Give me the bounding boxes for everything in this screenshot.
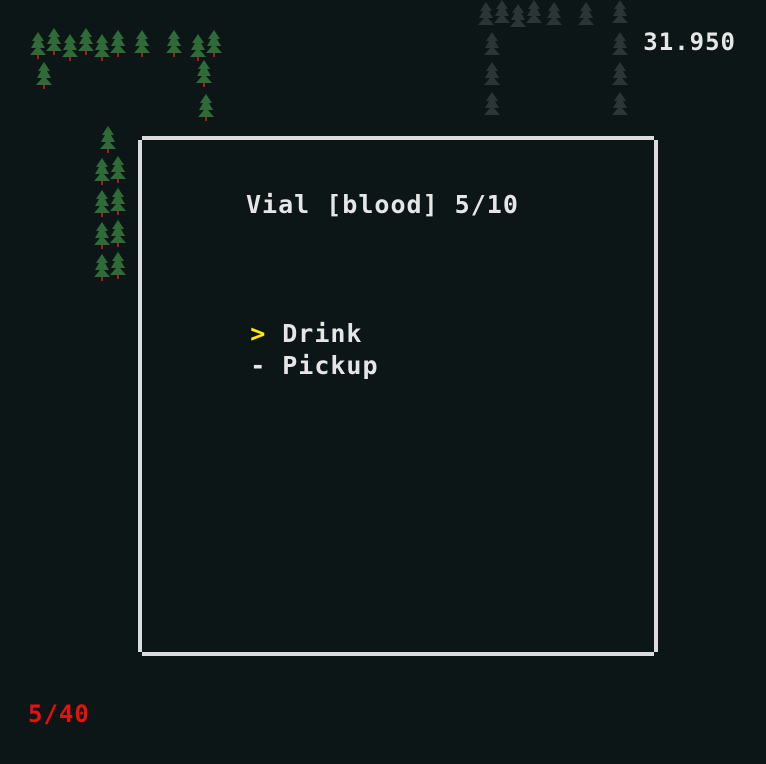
faded-pine-tree-icon — [612, 62, 628, 90]
pine-tree-icon — [110, 220, 126, 248]
pine-tree-icon — [94, 254, 110, 282]
pine-tree-icon — [134, 30, 150, 58]
faded-pine-tree-icon — [526, 0, 542, 28]
pine-tree-icon — [198, 94, 214, 122]
option-marker: - — [250, 351, 267, 380]
pine-tree-icon — [36, 62, 52, 90]
pine-tree-icon — [30, 32, 46, 60]
faded-pine-tree-icon — [612, 0, 628, 28]
dialog-title: Vial [blood] 5/10 — [246, 190, 519, 219]
pine-tree-icon — [110, 252, 126, 280]
faded-pine-tree-icon — [484, 62, 500, 90]
pine-tree-icon — [78, 28, 94, 56]
pine-tree-icon — [94, 190, 110, 218]
faded-pine-tree-icon — [612, 32, 628, 60]
faded-pine-tree-icon — [484, 92, 500, 120]
pine-tree-icon — [196, 60, 212, 88]
pine-tree-icon — [100, 126, 116, 154]
faded-pine-tree-icon — [612, 92, 628, 120]
pine-tree-icon — [94, 34, 110, 62]
health-counter: 5/40 — [28, 700, 90, 728]
faded-pine-tree-icon — [510, 4, 526, 32]
pine-tree-icon — [110, 188, 126, 216]
option-pickup[interactable]: - Pickup — [186, 318, 379, 380]
faded-pine-tree-icon — [494, 0, 510, 28]
pine-tree-icon — [190, 34, 206, 62]
faded-pine-tree-icon — [478, 2, 494, 30]
option-pickup-label: Pickup — [282, 351, 379, 380]
pine-tree-icon — [166, 30, 182, 58]
faded-pine-tree-icon — [484, 32, 500, 60]
timer-readout: 31.950 — [643, 28, 736, 56]
pine-tree-icon — [62, 34, 78, 62]
pine-tree-icon — [110, 156, 126, 184]
pine-tree-icon — [94, 222, 110, 250]
pine-tree-icon — [110, 30, 126, 58]
pine-tree-icon — [206, 30, 222, 58]
pine-tree-icon — [94, 158, 110, 186]
option-drink[interactable]: > Drink — [186, 286, 362, 348]
pine-tree-icon — [46, 28, 62, 56]
faded-pine-tree-icon — [578, 2, 594, 30]
item-action-dialog: Vial [blood] 5/10 > Drink - Pickup — [138, 136, 658, 656]
faded-pine-tree-icon — [546, 2, 562, 30]
